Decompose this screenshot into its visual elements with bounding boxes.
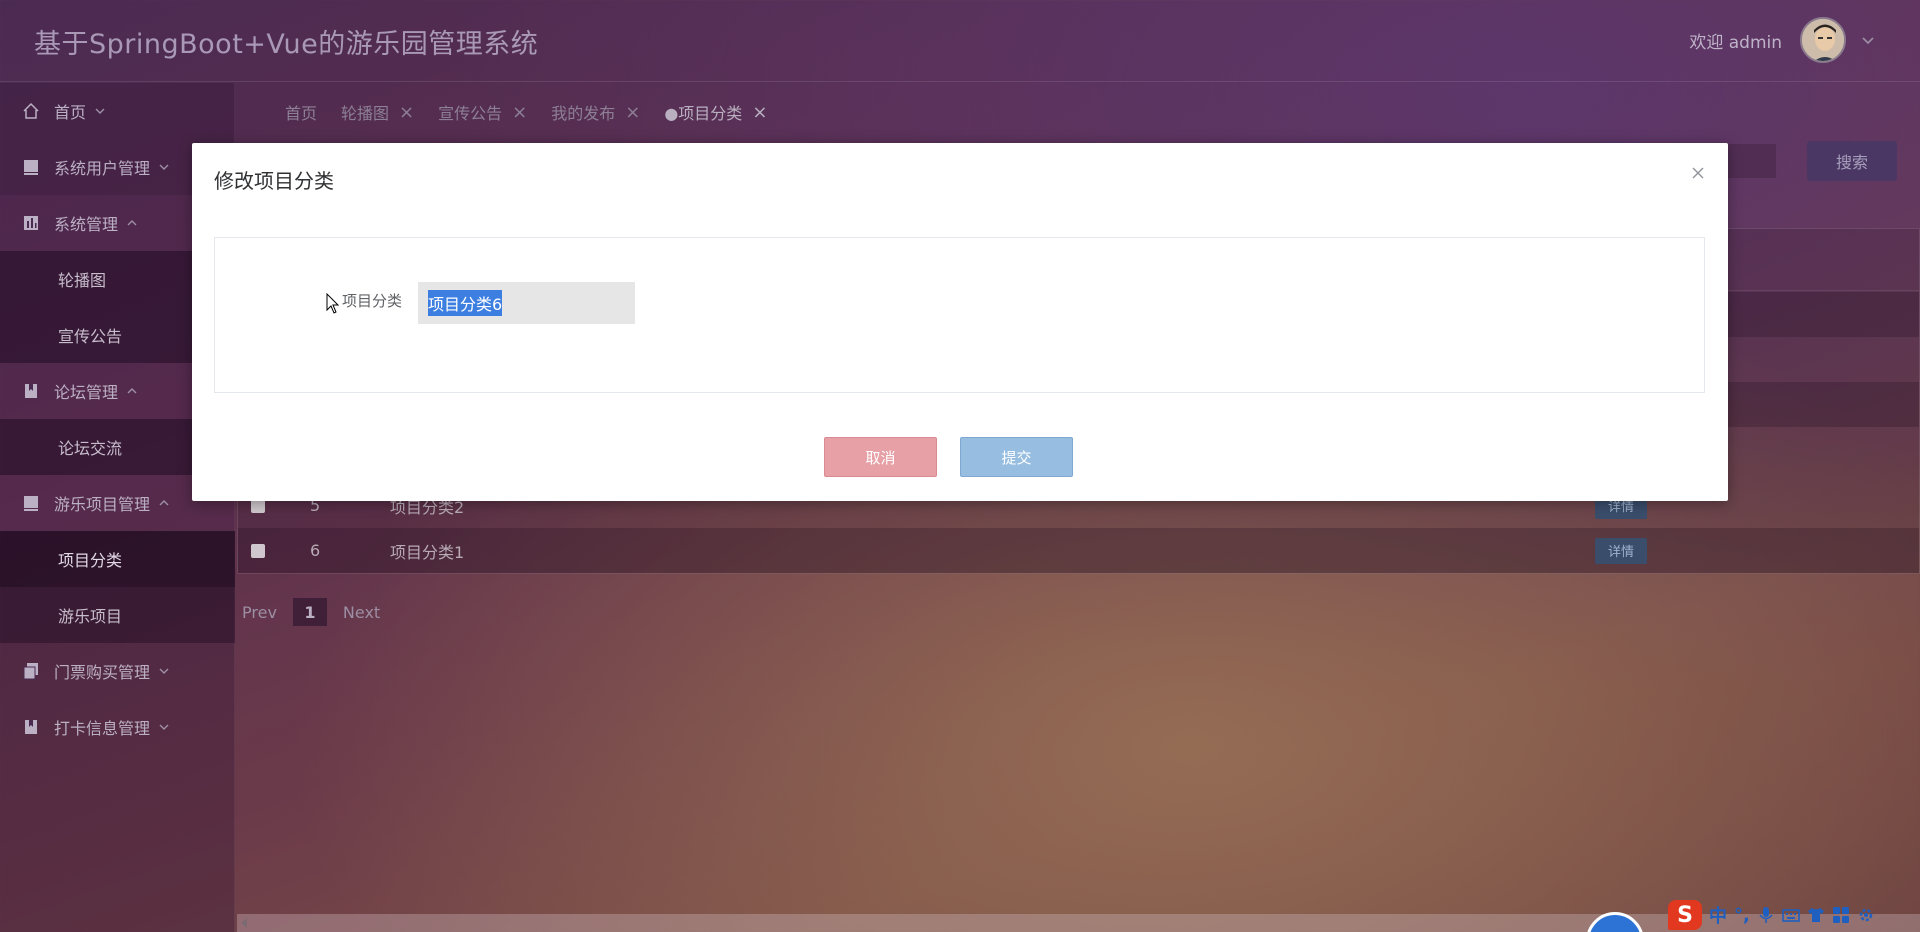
submit-button[interactable]: 提交 bbox=[960, 437, 1073, 477]
toolbox-grid-icon[interactable] bbox=[1832, 906, 1850, 924]
cancel-button[interactable]: 取消 bbox=[824, 437, 937, 477]
category-field-label: 项目分类 bbox=[342, 292, 403, 310]
category-input[interactable]: 项目分类6 bbox=[418, 282, 635, 324]
skin-shirt-icon[interactable] bbox=[1807, 906, 1825, 924]
keyboard-icon[interactable] bbox=[1782, 906, 1800, 924]
category-input-value: 项目分类6 bbox=[428, 290, 503, 316]
edit-category-dialog: 修改项目分类 项目分类 项目分类6 取消 提交 bbox=[192, 143, 1728, 501]
form-container: 项目分类 项目分类6 bbox=[214, 237, 1705, 393]
dialog-title: 修改项目分类 bbox=[214, 169, 334, 193]
ime-mode-toggle[interactable]: 中 bbox=[1709, 902, 1727, 928]
mouse-cursor-icon bbox=[326, 293, 340, 314]
settings-gear-icon[interactable] bbox=[1857, 906, 1875, 924]
close-icon[interactable] bbox=[1690, 165, 1706, 181]
microphone-icon[interactable] bbox=[1757, 906, 1775, 924]
sogou-logo-icon[interactable]: S bbox=[1668, 900, 1702, 930]
ime-punctuation-toggle[interactable]: °, bbox=[1734, 905, 1750, 926]
ime-toolbar: S 中 °, bbox=[1664, 898, 1920, 932]
